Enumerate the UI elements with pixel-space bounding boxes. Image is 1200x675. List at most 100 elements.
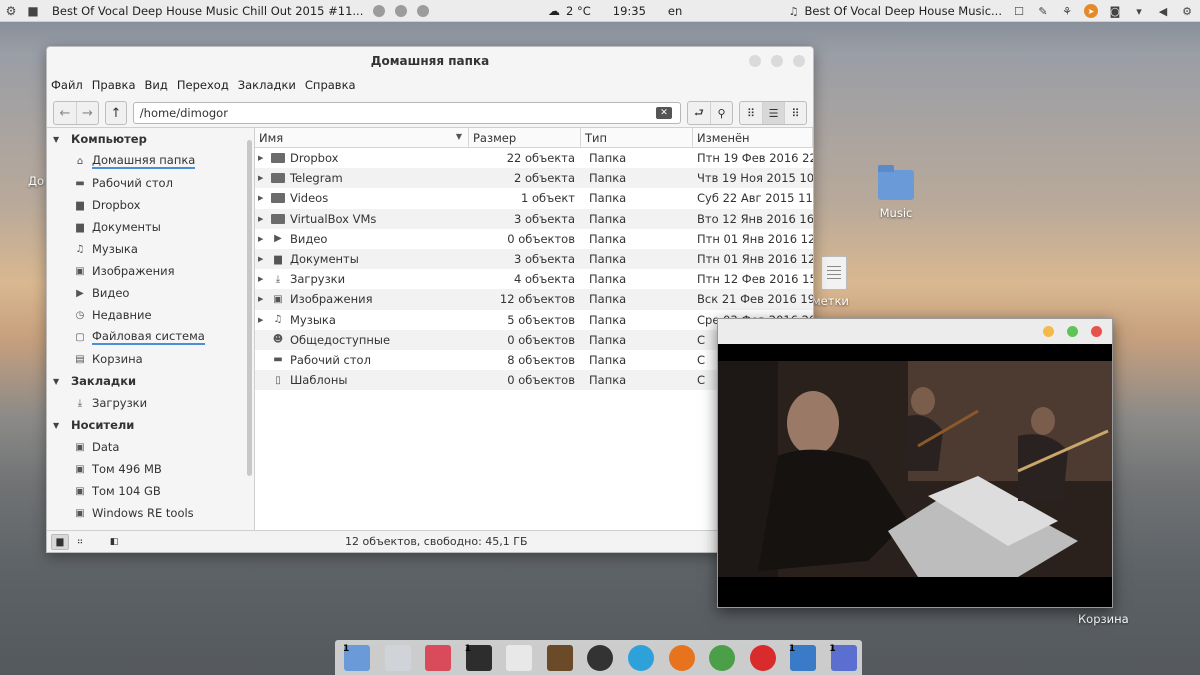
sidebar-item[interactable]: ▣ Windows RE tools [47, 502, 254, 524]
sidebar-item[interactable]: ▤ Корзина [47, 348, 254, 370]
desktop-partial-icon[interactable]: До [28, 174, 44, 188]
sidebar-scrollbar[interactable] [247, 140, 252, 476]
file-row[interactable]: ▶ ⤓ Загрузки 4 объекта Папка Птн 12 Фев 2016 … [255, 269, 813, 289]
sidebar-item[interactable]: ▣ Том 496 MB [47, 458, 254, 480]
hide-sidebar-button[interactable]: ◧ [105, 534, 123, 550]
maximize-button[interactable] [771, 55, 783, 67]
menu-file[interactable]: Файл [51, 78, 83, 92]
back-button[interactable]: ← [54, 102, 76, 124]
sidebar-item[interactable]: ▣ Том 104 GB [47, 480, 254, 502]
expander-icon[interactable]: ▼ [53, 135, 63, 144]
close-button[interactable] [793, 55, 805, 67]
file-row[interactable]: ▶ Dropbox 22 объекта Папка Птн 19 Фев 2016 2… [255, 148, 813, 168]
settings-icon[interactable]: ⚙ [0, 0, 22, 22]
column-size[interactable]: Размер [469, 128, 581, 147]
minimize-button[interactable] [1043, 326, 1054, 337]
minimize-button[interactable] [749, 55, 761, 67]
menu-go[interactable]: Переход [177, 78, 229, 92]
dock-item[interactable]: 1 [825, 642, 862, 674]
expander-icon[interactable]: ▶ [258, 194, 266, 202]
maximize-button[interactable] [1067, 326, 1078, 337]
file-row[interactable]: ▶ ▆ Документы 3 объекта Папка Птн 01 Янв 2016… [255, 248, 813, 270]
expander-icon[interactable]: ▼ [53, 377, 63, 386]
window-icon[interactable]: ■ [22, 0, 44, 22]
dock-item[interactable] [380, 642, 417, 674]
dock-item[interactable] [501, 642, 538, 674]
volume-icon[interactable]: ◀ [1156, 4, 1170, 18]
camera-icon[interactable]: ◙ [1108, 4, 1122, 18]
menu-view[interactable]: Вид [145, 78, 168, 92]
up-button[interactable]: ↑ [105, 101, 127, 125]
file-row[interactable]: ▶ Telegram 2 объекта Папка Чтв 19 Ноя 2015 1… [255, 168, 813, 189]
sidebar-item[interactable]: ▢ Файловая система [47, 326, 254, 348]
wifi-icon[interactable]: ▾ [1132, 4, 1146, 18]
expander-icon[interactable]: ▼ [53, 421, 63, 430]
desktop-trash[interactable]: Корзина [1078, 612, 1129, 626]
now-playing-title[interactable]: Best Of Vocal Deep House Music... [805, 4, 1002, 18]
file-row[interactable]: ▶ VirtualBox VMs 3 объекта Папка Вто 12 Янв … [255, 208, 813, 229]
minimize-button[interactable] [373, 4, 386, 17]
dock-item[interactable]: 1 [785, 642, 822, 674]
menu-edit[interactable]: Правка [92, 78, 136, 92]
sidebar-item[interactable]: ♫ Музыка [47, 238, 254, 260]
menu-help[interactable]: Справка [305, 78, 356, 92]
expander-icon[interactable]: ▶ [258, 235, 266, 243]
compact-view-button[interactable]: ⠿ [784, 102, 806, 124]
desktop-notes-file[interactable]: метки [812, 256, 849, 308]
sidebar-item[interactable]: ⤓ Загрузки [47, 392, 254, 414]
maximize-button[interactable] [395, 4, 408, 17]
list-view-button[interactable]: ☰ [762, 102, 784, 124]
expander-icon[interactable]: ▶ [258, 295, 266, 303]
clock[interactable]: 19:35 [613, 4, 646, 18]
sidebar-section-computer[interactable]: ▼ Компьютер [47, 128, 254, 150]
places-button[interactable]: ▆ [51, 533, 69, 550]
close-button[interactable] [1091, 326, 1102, 337]
dock-item[interactable]: 1 [339, 642, 376, 674]
dock-item[interactable]: 1 [461, 642, 498, 674]
player-titlebar[interactable] [718, 319, 1112, 344]
sidebar-item[interactable]: ▬ Рабочий стол [47, 172, 254, 194]
close-button[interactable] [417, 4, 430, 17]
file-manager-titlebar[interactable]: Домашняя папка [47, 47, 813, 75]
active-window-title[interactable]: Best Of Vocal Deep House Music Chill Out… [52, 4, 363, 18]
column-name[interactable]: Имя ▼ [255, 128, 469, 147]
power-icon[interactable]: ⚙ [1180, 4, 1194, 18]
dock-item[interactable] [420, 642, 457, 674]
video-frame[interactable] [718, 361, 1112, 577]
sidebar-item[interactable]: ⌂ Домашняя папка [47, 150, 254, 172]
telegram-tray-icon[interactable]: ➤ [1084, 4, 1098, 18]
blank-window-icon[interactable]: ☐ [1012, 4, 1026, 18]
dock-item[interactable] [582, 642, 619, 674]
forward-button[interactable]: → [76, 102, 98, 124]
expander-icon[interactable]: ▶ [258, 174, 266, 182]
sidebar-item[interactable]: ▆ Документы [47, 216, 254, 238]
dock-item[interactable] [623, 642, 660, 674]
icon-view-button[interactable]: ⠿ [740, 102, 762, 124]
dock-item[interactable] [704, 642, 741, 674]
search-button[interactable]: ⚲ [710, 102, 732, 124]
tree-button[interactable]: ⠶ [71, 534, 89, 550]
expander-icon[interactable]: ▶ [258, 215, 266, 223]
column-type[interactable]: Тип [581, 128, 693, 147]
location-field[interactable]: /home/dimogor ✕ [132, 102, 681, 124]
expander-icon[interactable]: ▶ [258, 316, 266, 324]
sidebar-section-devices[interactable]: ▼ Носители [47, 414, 254, 436]
sidebar-item[interactable]: ◷ Недавние [47, 304, 254, 326]
dock-item[interactable] [744, 642, 781, 674]
expander-icon[interactable]: ▶ [258, 255, 266, 263]
file-row[interactable]: ▶ ▶ Видео 0 объектов Папка Птн 01 Янв 2016 12… [255, 229, 813, 249]
sidebar-item[interactable]: ▣ Изображения [47, 260, 254, 282]
desktop-music-folder[interactable]: Music [878, 165, 914, 220]
toggle-location-button[interactable]: ⮐ [688, 102, 710, 124]
weather-icon[interactable]: ☁ [548, 4, 560, 18]
sidebar-item[interactable]: ▣ Data [47, 436, 254, 458]
column-modified[interactable]: Изменён [693, 128, 813, 147]
clip-icon[interactable]: ✎ [1036, 4, 1050, 18]
music-note-icon[interactable]: ♫ [787, 4, 801, 18]
sidebar-item[interactable]: ▶ Видео [47, 282, 254, 304]
keyboard-layout[interactable]: en [668, 4, 682, 18]
network-share-icon[interactable]: ⚘ [1060, 4, 1074, 18]
file-row[interactable]: ▶ Videos 1 объект Папка Суб 22 Авг 2015 11:0 [255, 188, 813, 208]
clear-icon[interactable]: ✕ [656, 107, 672, 119]
expander-icon[interactable]: ▶ [258, 154, 266, 162]
